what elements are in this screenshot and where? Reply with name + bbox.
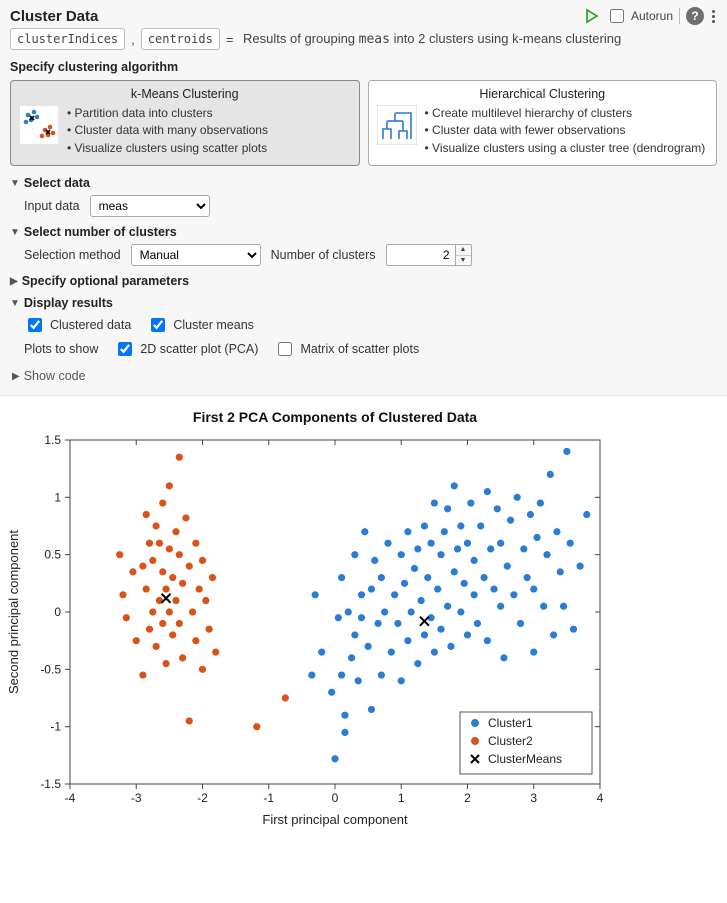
algo-kmeans-title: k-Means Clustering <box>19 87 351 101</box>
show-code-toggle[interactable]: ▶ Show code <box>12 369 717 383</box>
algo-section-title: Specify clustering algorithm <box>10 60 717 74</box>
chevron-down-icon: ▼ <box>10 298 20 309</box>
chevron-right-icon: ▶ <box>12 371 20 382</box>
svg-text:3: 3 <box>530 791 537 805</box>
cluster-means-checkbox[interactable]: Cluster means <box>147 315 254 335</box>
display-results-header[interactable]: ▼ Display results <box>10 296 717 310</box>
autorun-checkbox[interactable]: Autorun <box>606 6 673 26</box>
svg-text:-3: -3 <box>131 791 142 805</box>
selection-method-label: Selection method <box>24 248 121 262</box>
svg-text:1: 1 <box>398 791 405 805</box>
svg-text:0: 0 <box>54 605 61 619</box>
chevron-right-icon: ▶ <box>10 276 18 287</box>
output-desc: Results of grouping meas into 2 clusters… <box>243 31 621 47</box>
svg-text:1.5: 1.5 <box>44 433 61 447</box>
more-menu-icon[interactable] <box>710 10 717 23</box>
algo-kmeans-b1: Partition data into clusters <box>67 105 268 122</box>
svg-text:Cluster2: Cluster2 <box>488 734 533 748</box>
task-title: Cluster Data <box>10 8 98 25</box>
algo-hier-b2: Cluster data with fewer observations <box>425 122 706 139</box>
dendrogram-icon <box>377 105 417 145</box>
svg-text:ClusterMeans: ClusterMeans <box>488 752 562 766</box>
svg-text:0.5: 0.5 <box>44 548 61 562</box>
pca-scatter-checkbox[interactable]: 2D scatter plot (PCA) <box>114 339 258 359</box>
optional-params-header[interactable]: ▶ Specify optional parameters <box>10 274 717 288</box>
outputs-row: clusterIndices , centroids = Results of … <box>10 28 717 50</box>
chevron-down-icon: ▼ <box>10 178 20 189</box>
output-var-1[interactable]: clusterIndices <box>10 28 125 50</box>
algo-card-kmeans[interactable]: k-Means Clustering <box>10 80 360 166</box>
svg-text:4: 4 <box>597 791 604 805</box>
svg-text:-4: -4 <box>65 791 76 805</box>
algo-card-hierarchical[interactable]: Hierarchical Clustering Create mult <box>368 80 718 166</box>
autorun-checkbox-input[interactable] <box>610 9 624 23</box>
svg-text:0: 0 <box>332 791 339 805</box>
svg-text:-1.5: -1.5 <box>40 777 61 791</box>
svg-text:First 2 PCA Components of Clus: First 2 PCA Components of Clustered Data <box>193 409 477 425</box>
num-clusters-field[interactable]: ▲ ▼ <box>386 244 472 266</box>
input-data-select[interactable]: meas <box>90 195 210 217</box>
clustered-data-checkbox[interactable]: Clustered data <box>24 315 131 335</box>
scatter-cluster-icon <box>19 105 59 145</box>
svg-text:-1: -1 <box>50 720 61 734</box>
algo-kmeans-b3: Visualize clusters using scatter plots <box>67 140 268 157</box>
svg-text:First principal component: First principal component <box>262 812 408 827</box>
algo-hier-b1: Create multilevel hierarchy of clusters <box>425 105 706 122</box>
num-clusters-input[interactable] <box>386 244 456 266</box>
algo-hier-title: Hierarchical Clustering <box>377 87 709 101</box>
help-icon[interactable]: ? <box>686 7 704 25</box>
header-controls: Autorun ? <box>584 6 717 26</box>
spinner-up-icon[interactable]: ▲ <box>456 245 471 256</box>
chart-area: -4 -3 -2 -1 0 1 2 3 4 -1.5 -1 -0.5 0 0.5 1 1.5 First 2 P… <box>0 396 727 846</box>
svg-text:2: 2 <box>464 791 471 805</box>
svg-text:Second principal component: Second principal component <box>6 530 21 694</box>
svg-text:-0.5: -0.5 <box>40 663 61 677</box>
run-icon[interactable] <box>584 8 600 24</box>
select-data-header[interactable]: ▼ Select data <box>10 176 717 190</box>
spinner-down-icon[interactable]: ▼ <box>456 256 471 266</box>
algo-kmeans-b2: Cluster data with many observations <box>67 122 268 139</box>
svg-text:Cluster1: Cluster1 <box>488 716 533 730</box>
num-clusters-label: Number of clusters <box>271 248 376 262</box>
task-panel: Cluster Data Autorun ? clusterIndices , … <box>0 0 727 396</box>
output-var-2[interactable]: centroids <box>141 28 220 50</box>
chevron-down-icon: ▼ <box>10 227 20 238</box>
select-num-clusters-header[interactable]: ▼ Select number of clusters <box>10 225 717 239</box>
pca-scatter-chart: -4 -3 -2 -1 0 1 2 3 4 -1.5 -1 -0.5 0 0.5 1 1.5 First 2 P… <box>0 404 620 834</box>
svg-text:-2: -2 <box>197 791 208 805</box>
matrix-scatter-checkbox[interactable]: Matrix of scatter plots <box>274 339 419 359</box>
selection-method-select[interactable]: Manual <box>131 244 261 266</box>
algo-hier-b3: Visualize clusters using a cluster tree … <box>425 140 706 157</box>
plots-to-show-label: Plots to show <box>24 342 98 356</box>
divider <box>679 8 680 24</box>
svg-text:-1: -1 <box>263 791 274 805</box>
svg-text:1: 1 <box>54 491 61 505</box>
autorun-label: Autorun <box>631 9 673 23</box>
input-data-label: Input data <box>24 199 80 213</box>
